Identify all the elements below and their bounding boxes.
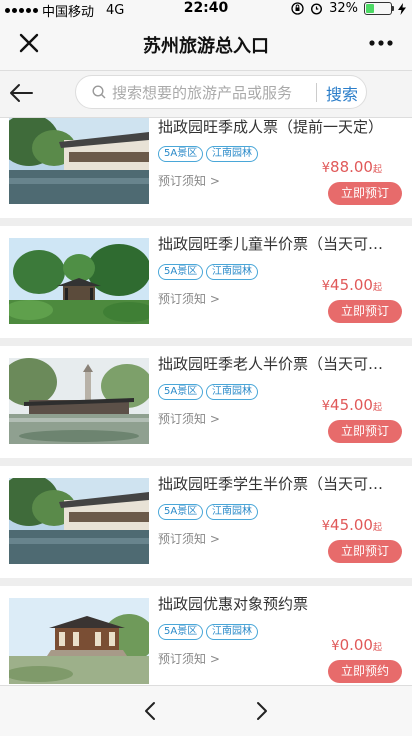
product-tag: 江南园林: [206, 624, 258, 640]
search-icon: [92, 85, 106, 99]
search-row: 搜索: [0, 71, 412, 118]
product-tag: 江南园林: [206, 384, 258, 400]
status-bar: 中国移动 4G 22:40 32%: [0, 0, 412, 20]
product-tag: 5A景区: [158, 624, 204, 640]
nav-bar: 苏州旅游总入口: [0, 18, 412, 71]
battery-icon: [364, 2, 394, 15]
search-bar: 搜索: [75, 75, 367, 109]
product-tag: 江南园林: [206, 504, 258, 520]
product-thumbnail: [9, 238, 149, 324]
book-now-button[interactable]: 立即预订: [328, 300, 402, 323]
product-list: 拙政园旺季成人票（提前一天定） 5A景区 江南园林 预订须知 > ¥88.00起…: [0, 118, 412, 685]
book-now-button[interactable]: 立即预约: [328, 660, 402, 683]
search-button[interactable]: 搜索: [326, 81, 358, 105]
more-icon[interactable]: [368, 32, 394, 54]
search-input[interactable]: [110, 81, 314, 105]
product-tag: 江南园林: [206, 264, 258, 280]
chevron-right-icon[interactable]: [250, 700, 272, 722]
product-item[interactable]: 拙政园旺季老人半价票（当天可… 5A景区 江南园林 预订须知 > ¥45.00起…: [0, 346, 412, 458]
product-tag: 5A景区: [158, 264, 204, 280]
product-name: 拙政园优惠对象预约票: [158, 595, 309, 613]
product-thumbnail: [9, 358, 149, 444]
product-tag: 江南园林: [206, 146, 258, 162]
product-price: ¥0.00起: [331, 636, 382, 654]
product-name: 拙政园旺季老人半价票（当天可…: [158, 355, 384, 373]
product-thumbnail: [9, 118, 149, 204]
page-title: 苏州旅游总入口: [143, 36, 269, 57]
product-name: 拙政园旺季学生半价票（当天可…: [158, 475, 384, 493]
product-price: ¥45.00起: [321, 396, 382, 414]
product-item[interactable]: 拙政园旺季学生半价票（当天可… 5A景区 江南园林 预订须知 > ¥45.00起…: [0, 466, 412, 578]
back-arrow-icon[interactable]: [8, 81, 34, 105]
orientation-lock-icon: [291, 2, 304, 15]
product-tag: 5A景区: [158, 384, 204, 400]
product-price: ¥45.00起: [321, 276, 382, 294]
alarm-icon: [311, 3, 323, 15]
book-now-button[interactable]: 立即预订: [328, 420, 402, 443]
chevron-left-icon[interactable]: [140, 700, 162, 722]
product-name: 拙政园旺季成人票（提前一天定）: [158, 118, 384, 136]
battery-percent: 32%: [329, 1, 358, 16]
product-thumbnail: [9, 598, 149, 684]
book-now-button[interactable]: 立即预订: [328, 182, 402, 205]
product-thumbnail: [9, 478, 149, 564]
book-now-button[interactable]: 立即预订: [328, 540, 402, 563]
search-divider: [316, 83, 317, 102]
product-tag: 5A景区: [158, 504, 204, 520]
charging-icon: [398, 2, 406, 15]
booking-notice-link[interactable]: 预订须知 >: [158, 410, 220, 427]
product-price: ¥45.00起: [321, 516, 382, 534]
product-tag: 5A景区: [158, 146, 204, 162]
product-item[interactable]: 拙政园优惠对象预约票 5A景区 江南园林 预订须知 > ¥0.00起 立即预约: [0, 586, 412, 685]
product-name: 拙政园旺季儿童半价票（当天可…: [158, 235, 384, 253]
booking-notice-link[interactable]: 预订须知 >: [158, 290, 220, 307]
bottom-nav-bar: [0, 685, 412, 736]
product-item[interactable]: 拙政园旺季成人票（提前一天定） 5A景区 江南园林 预订须知 > ¥88.00起…: [0, 118, 412, 218]
booking-notice-link[interactable]: 预订须知 >: [158, 650, 220, 667]
booking-notice-link[interactable]: 预订须知 >: [158, 172, 220, 189]
product-price: ¥88.00起: [321, 158, 382, 176]
booking-notice-link[interactable]: 预订须知 >: [158, 530, 220, 547]
product-item[interactable]: 拙政园旺季儿童半价票（当天可… 5A景区 江南园林 预订须知 > ¥45.00起…: [0, 226, 412, 338]
